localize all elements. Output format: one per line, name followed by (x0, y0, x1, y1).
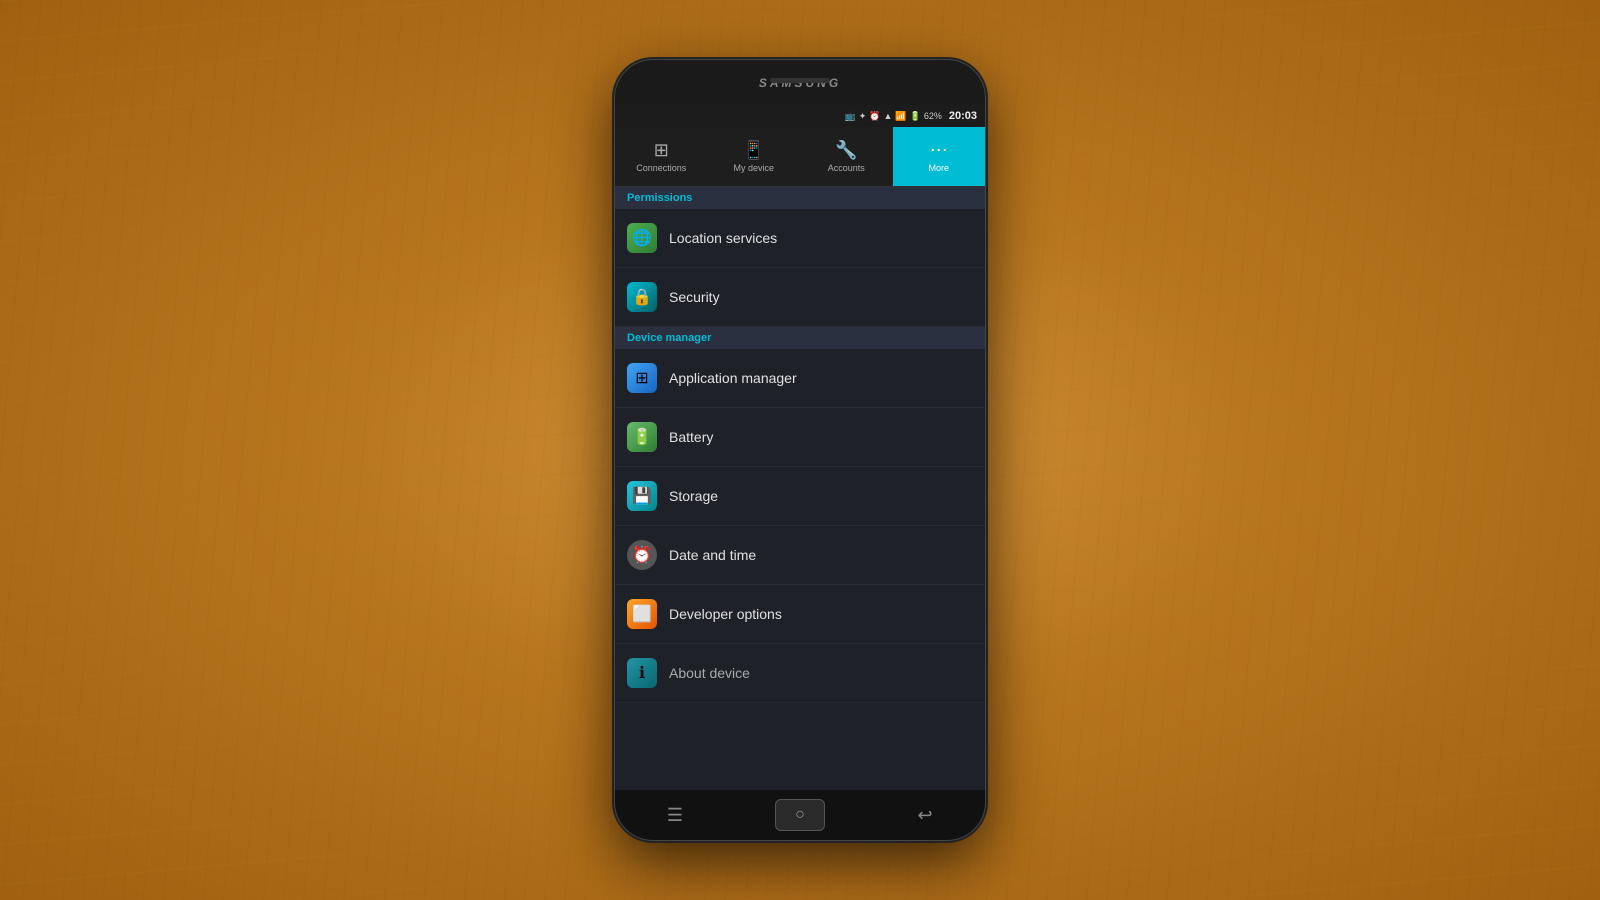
battery-label: Battery (669, 429, 713, 445)
application-manager-item[interactable]: ⊞ Application manager (615, 349, 985, 408)
date-time-item[interactable]: ⏰ Date and time (615, 526, 985, 585)
tab-my-device[interactable]: 📱 My device (708, 127, 801, 186)
about-device-item[interactable]: ℹ About device (615, 644, 985, 703)
phone-device: SAMSUNG 📺 ✦ ⏰ ▲ 📶 🔋 62% 20:03 ⊞ Connecti… (615, 60, 985, 840)
speaker (770, 78, 830, 83)
back-icon: ↩ (917, 805, 932, 826)
more-icon: ⋯ (930, 140, 948, 161)
battery-icon: 🔋 (910, 111, 921, 122)
tab-bar: ⊞ Connections 📱 My device 🔧 Accounts ⋯ M… (615, 127, 985, 187)
tab-more[interactable]: ⋯ More (893, 127, 986, 186)
application-manager-label: Application manager (669, 370, 797, 386)
application-manager-icon: ⊞ (627, 363, 657, 393)
tab-connections-label: Connections (636, 163, 686, 173)
battery-item-icon: 🔋 (627, 422, 657, 452)
status-bar: 📺 ✦ ⏰ ▲ 📶 🔋 62% 20:03 (615, 105, 985, 127)
storage-label: Storage (669, 488, 718, 504)
tab-my-device-label: My device (733, 163, 774, 173)
permissions-header: Permissions (615, 187, 985, 209)
developer-options-item[interactable]: ⬜ Developer options (615, 585, 985, 644)
connections-icon: ⊞ (654, 140, 669, 161)
security-item[interactable]: 🔒 Security (615, 268, 985, 327)
bottom-nav: ☰ ○ ↩ (615, 790, 985, 840)
device-manager-header: Device manager (615, 327, 985, 349)
phone-body: SAMSUNG 📺 ✦ ⏰ ▲ 📶 🔋 62% 20:03 ⊞ Connecti… (615, 60, 985, 840)
developer-options-label: Developer options (669, 606, 782, 622)
location-services-label: Location services (669, 230, 777, 246)
screen-icon: 📺 (845, 111, 856, 122)
about-device-label: About device (669, 665, 750, 681)
menu-button[interactable]: ☰ (655, 800, 695, 830)
tab-connections[interactable]: ⊞ Connections (615, 127, 708, 186)
date-time-label: Date and time (669, 547, 756, 563)
tab-accounts[interactable]: 🔧 Accounts (800, 127, 893, 186)
bluetooth-icon: ✦ (859, 111, 867, 122)
tab-accounts-label: Accounts (828, 163, 865, 173)
back-button[interactable]: ↩ (905, 800, 945, 830)
location-services-icon: 🌐 (627, 223, 657, 253)
signal-icon: 📶 (895, 111, 906, 122)
status-icons: 📺 ✦ ⏰ ▲ 📶 🔋 62% 20:03 (845, 110, 978, 122)
home-icon: ○ (795, 806, 805, 824)
date-time-icon: ⏰ (627, 540, 657, 570)
wifi-icon: ▲ (883, 111, 892, 121)
battery-percent: 62% (924, 111, 942, 121)
battery-item[interactable]: 🔋 Battery (615, 408, 985, 467)
storage-item[interactable]: 💾 Storage (615, 467, 985, 526)
phone-top-bezel: SAMSUNG (615, 60, 985, 105)
home-button[interactable]: ○ (775, 799, 825, 831)
developer-options-icon: ⬜ (627, 599, 657, 629)
security-label: Security (669, 289, 720, 305)
location-services-item[interactable]: 🌐 Location services (615, 209, 985, 268)
clock-icon: ⏰ (869, 111, 880, 122)
settings-list: Permissions 🌐 Location services 🔒 Securi… (615, 187, 985, 790)
accounts-icon: 🔧 (835, 140, 857, 161)
storage-icon: 💾 (627, 481, 657, 511)
my-device-icon: 📱 (743, 140, 765, 161)
security-icon: 🔒 (627, 282, 657, 312)
tab-more-label: More (928, 163, 949, 173)
about-device-icon: ℹ (627, 658, 657, 688)
status-time: 20:03 (949, 110, 977, 122)
menu-icon: ☰ (667, 805, 683, 826)
